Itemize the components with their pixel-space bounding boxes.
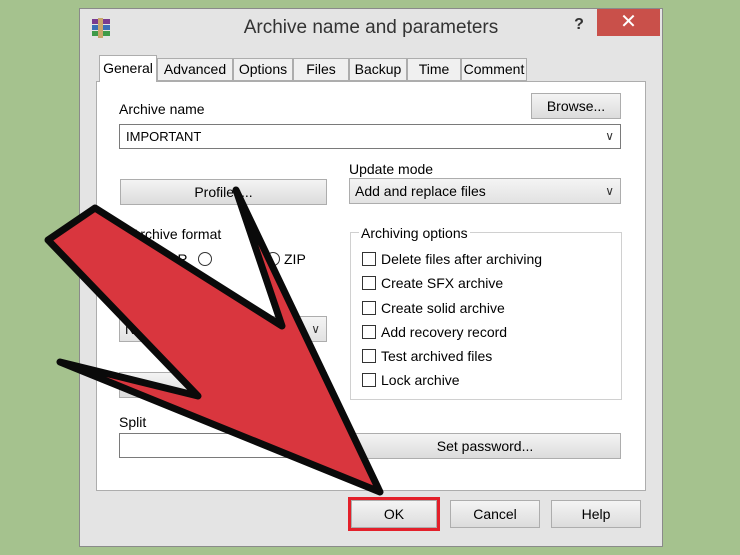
tab-files[interactable]: Files: [293, 58, 349, 81]
radio-rar5[interactable]: [198, 252, 212, 266]
compression-method-value: Normal: [125, 321, 171, 337]
compression-method-select[interactable]: Normal ∨: [119, 316, 327, 342]
tab-advanced[interactable]: Advanced: [157, 58, 233, 81]
archive-name-input[interactable]: IMPORTANT ∨: [119, 124, 621, 149]
update-mode-label: Update mode: [349, 161, 434, 177]
tab-backup[interactable]: Backup: [349, 58, 407, 81]
split-label: Split: [119, 414, 147, 430]
archive-name-value: IMPORTANT: [126, 129, 202, 144]
update-mode-value: Add and replace files: [355, 183, 486, 199]
archiving-options-label: Archiving options: [359, 225, 470, 241]
radio-zip[interactable]: [266, 252, 280, 266]
tab-comment[interactable]: Comment: [461, 58, 527, 81]
radio-zip-label: ZIP: [284, 251, 306, 267]
tab-time[interactable]: Time: [407, 58, 461, 81]
checkbox-recovery-record[interactable]: [362, 325, 376, 339]
tab-general[interactable]: General: [99, 55, 157, 82]
help-button[interactable]: Help: [551, 500, 641, 528]
set-password-button[interactable]: Set password...: [349, 433, 621, 459]
title-bar[interactable]: Archive name and parameters ? ✕: [80, 9, 662, 47]
browse-button[interactable]: Browse...: [531, 93, 621, 119]
archive-name-label: Archive name: [119, 101, 205, 117]
tab-options[interactable]: Options: [233, 58, 293, 81]
checkbox-create-solid[interactable]: [362, 301, 376, 315]
checkbox-create-solid-label[interactable]: Create solid archive: [381, 300, 505, 316]
cancel-button[interactable]: Cancel: [450, 500, 540, 528]
ok-highlight-frame: [348, 497, 440, 531]
checkbox-delete-files-label[interactable]: Delete files after archiving: [381, 251, 542, 267]
radio-rar-label: RAR: [158, 251, 188, 267]
checkbox-lock-archive-label[interactable]: Lock archive: [381, 372, 460, 388]
close-icon[interactable]: ✕: [597, 9, 660, 36]
profiles-button[interactable]: Profiles...: [120, 179, 327, 205]
checkbox-test-archived-label[interactable]: Test archived files: [381, 348, 492, 364]
checkbox-lock-archive[interactable]: [362, 373, 376, 387]
checkbox-recovery-record-label[interactable]: Add recovery record: [381, 324, 507, 340]
split-size-input[interactable]: [119, 433, 327, 458]
archive-format-label: Archive format: [131, 226, 222, 242]
checkbox-test-archived[interactable]: [362, 349, 376, 363]
chevron-down-icon[interactable]: ∨: [605, 179, 614, 203]
checkbox-create-sfx[interactable]: [362, 276, 376, 290]
checkbox-create-sfx-label[interactable]: Create SFX archive: [381, 275, 503, 291]
dictionary-size-select[interactable]: [119, 372, 327, 398]
chevron-down-icon[interactable]: ∨: [311, 317, 320, 341]
update-mode-select[interactable]: Add and replace files ∨: [349, 178, 621, 204]
radio-rar[interactable]: [140, 252, 154, 266]
checkbox-delete-files[interactable]: [362, 252, 376, 266]
chevron-down-icon[interactable]: ∨: [605, 125, 614, 148]
help-icon[interactable]: ?: [564, 13, 594, 37]
